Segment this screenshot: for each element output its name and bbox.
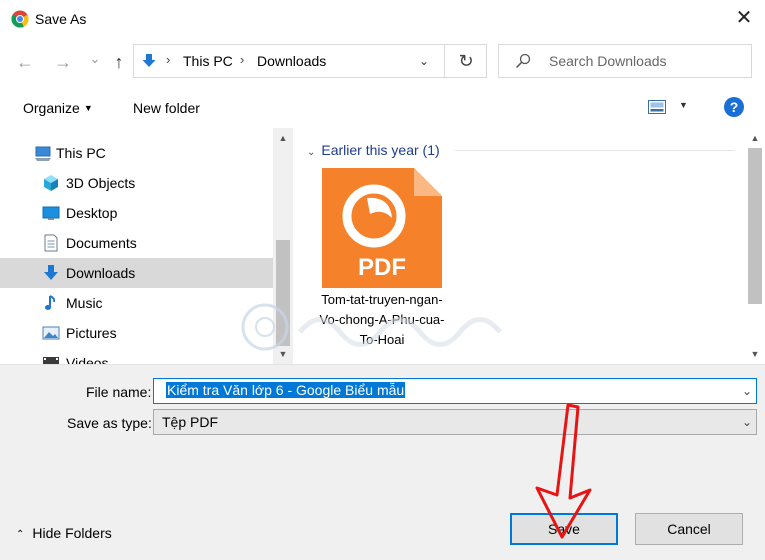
sidebar-item-music[interactable]: Music xyxy=(0,288,273,318)
sidebar-item-label: Documents xyxy=(66,235,137,251)
sidebar-item-label: Videos xyxy=(66,355,109,364)
group-header[interactable]: ⌄ Earlier this year (1) xyxy=(307,142,440,158)
file-item[interactable]: PDF Tom-tat-truyen-ngan-Vo-chong-A-Phu-c… xyxy=(319,166,445,364)
group-label: Earlier this year (1) xyxy=(321,142,440,158)
help-button[interactable]: ? xyxy=(724,97,744,117)
content-scroll-thumb[interactable] xyxy=(748,148,762,304)
sidebar-item-videos[interactable]: Videos xyxy=(0,348,273,364)
download-icon xyxy=(142,54,156,67)
refresh-button[interactable]: ↻ xyxy=(444,45,487,77)
sidebar-item-label: Desktop xyxy=(66,205,118,221)
sidebar-scrollbar[interactable]: ▲ ▼ xyxy=(273,128,293,364)
hide-folders-label: Hide Folders xyxy=(32,525,112,541)
sidebar-item-downloads[interactable]: Downloads xyxy=(0,258,273,288)
download-icon xyxy=(44,265,58,280)
chevron-down-icon: ⌄ xyxy=(307,147,316,158)
caret-down-icon: ▼ xyxy=(83,103,93,113)
document-icon xyxy=(44,234,58,252)
scroll-down-icon[interactable]: ▼ xyxy=(273,346,293,362)
sidebar-item-label: Music xyxy=(66,295,103,311)
save-as-type-select[interactable]: Tệp PDF ⌄ xyxy=(153,409,757,435)
sidebar-item-pictures[interactable]: Pictures xyxy=(0,318,273,348)
foxit-pdf-icon: PDF xyxy=(322,168,442,288)
navigation-pane: This PC 3D Objects Desktop Documents Dow… xyxy=(0,128,293,364)
window-title: Save As xyxy=(35,11,87,27)
breadcrumb-separator: › xyxy=(166,52,171,67)
sidebar-item-3d-objects[interactable]: 3D Objects xyxy=(0,168,273,198)
search-input[interactable] xyxy=(549,51,744,71)
file-name-input[interactable]: Kiểm tra Văn lớp 6 - Google Biểu mẫu ⌄ xyxy=(153,378,757,404)
hide-folders-button[interactable]: ⌃ Hide Folders xyxy=(16,525,112,541)
sidebar-item-this-pc[interactable]: This PC xyxy=(0,138,273,168)
new-folder-button[interactable]: New folder xyxy=(133,100,200,116)
forward-button[interactable]: → xyxy=(52,51,74,73)
up-button[interactable]: ↑ xyxy=(108,51,130,73)
cube-icon xyxy=(44,175,58,191)
scroll-down-icon[interactable]: ▼ xyxy=(745,346,765,362)
sidebar-item-label: Pictures xyxy=(66,325,117,341)
sidebar-scroll-thumb[interactable] xyxy=(276,240,290,346)
organize-label: Organize xyxy=(23,100,80,116)
breadcrumb-separator: › xyxy=(240,52,245,67)
search-box[interactable] xyxy=(498,44,752,78)
group-divider xyxy=(455,150,735,151)
chevron-down-icon[interactable]: ⌄ xyxy=(742,384,752,398)
content-scrollbar[interactable]: ▲ ▼ xyxy=(745,128,765,364)
back-button[interactable]: ← xyxy=(14,51,36,73)
save-form: File name: Kiểm tra Văn lớp 6 - Google B… xyxy=(0,364,765,560)
save-button[interactable]: Save xyxy=(510,513,618,545)
sidebar-item-label: Downloads xyxy=(66,265,136,281)
title-bar: Save As ✕ xyxy=(0,0,765,38)
sidebar-item-label: 3D Objects xyxy=(66,175,136,191)
breadcrumb-downloads[interactable]: Downloads xyxy=(257,53,326,69)
address-bar[interactable]: › This PC › Downloads ⌄ ↻ xyxy=(133,44,487,78)
pdf-icon-text: PDF xyxy=(358,254,406,281)
command-toolbar: Organize ▼ New folder ▼ ? xyxy=(0,88,765,128)
scroll-up-icon[interactable]: ▲ xyxy=(273,130,293,146)
pictures-icon xyxy=(42,326,60,340)
scroll-up-icon[interactable]: ▲ xyxy=(745,130,765,146)
view-dropdown-button[interactable]: ▼ xyxy=(679,100,688,110)
sidebar-item-desktop[interactable]: Desktop xyxy=(0,198,273,228)
breadcrumb-this-pc[interactable]: This PC xyxy=(183,53,233,69)
desktop-icon xyxy=(42,206,60,220)
chevron-down-icon[interactable]: ⌄ xyxy=(742,415,752,429)
file-list-pane: ⌄ Earlier this year (1) PDF Tom-tat-truye… xyxy=(293,128,765,364)
address-dropdown-button[interactable]: ⌄ xyxy=(414,51,434,71)
computer-icon xyxy=(35,146,51,161)
cancel-button[interactable]: Cancel xyxy=(635,513,743,545)
search-icon xyxy=(515,53,531,69)
view-options-icon[interactable] xyxy=(648,99,666,115)
music-icon xyxy=(45,295,56,310)
chevron-up-icon: ⌃ xyxy=(16,529,25,540)
video-icon xyxy=(43,357,59,364)
chrome-icon xyxy=(11,10,29,28)
close-button[interactable]: ✕ xyxy=(733,8,755,30)
recent-locations-button[interactable]: ⌄ xyxy=(84,48,106,70)
organize-button[interactable]: Organize ▼ xyxy=(23,100,93,116)
sidebar-item-documents[interactable]: Documents xyxy=(0,228,273,258)
file-name-field-label: File name: xyxy=(86,384,152,400)
navigation-bar: ← → ⌄ ↑ › This PC › Downloads ⌄ ↻ xyxy=(0,38,765,88)
save-as-type-label: Save as type: xyxy=(67,415,152,431)
file-name-value: Kiểm tra Văn lớp 6 - Google Biểu mẫu xyxy=(166,382,406,398)
file-name-label: Tom-tat-truyen-ngan-Vo-chong-A-Phu-cua-T… xyxy=(319,292,445,347)
save-as-type-value: Tệp PDF xyxy=(162,414,219,430)
sidebar-item-label: This PC xyxy=(56,145,106,161)
